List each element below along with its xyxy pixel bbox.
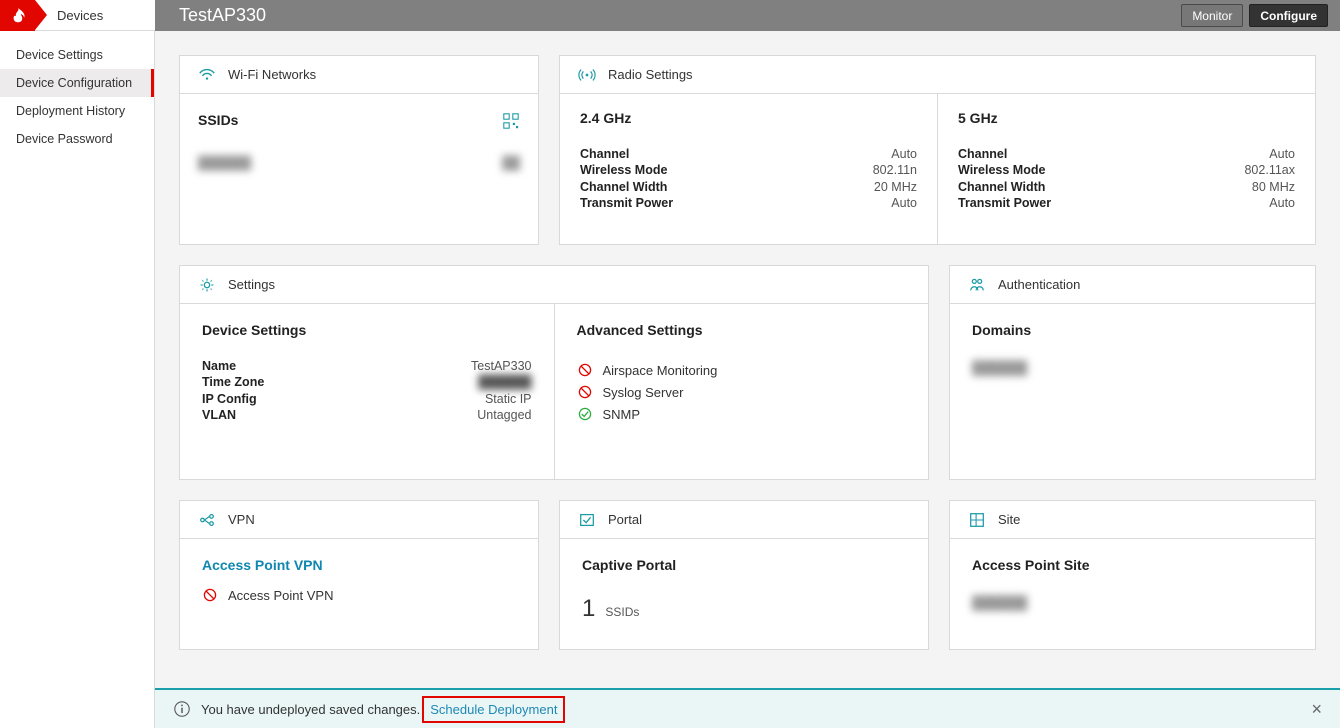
ssid-count: 1 (582, 595, 595, 623)
gear-icon (198, 276, 216, 294)
device-settings-heading: Device Settings (202, 322, 532, 338)
radio-5ghz-panel: 5 GHz ChannelAuto Wireless Mode802.11ax … (938, 94, 1315, 244)
site-redacted: ██████ (972, 595, 1293, 610)
schedule-deployment-link[interactable]: Schedule Deployment (430, 702, 557, 717)
settings-card[interactable]: Settings Device Settings NameTestAP330 T… (179, 265, 929, 480)
captive-portal-heading: Captive Portal (582, 557, 906, 573)
advanced-settings-heading: Advanced Settings (577, 322, 907, 338)
domain-redacted: ██████ (972, 360, 1293, 375)
auth-card-title: Authentication (998, 277, 1080, 292)
site-card-title: Site (998, 512, 1020, 527)
monitor-button[interactable]: Monitor (1181, 4, 1243, 27)
radio-settings-card[interactable]: Radio Settings 2.4 GHz ChannelAuto Wirel… (559, 55, 1316, 245)
radio-card-title: Radio Settings (608, 67, 693, 82)
portal-card[interactable]: Portal Captive Portal 1 SSIDs (559, 500, 929, 650)
deny-icon (202, 587, 218, 603)
authentication-card[interactable]: Authentication Domains ██████ (949, 265, 1316, 480)
logo-flame-icon[interactable] (0, 0, 35, 31)
sidebar-item-deployment-history[interactable]: Deployment History (0, 97, 154, 125)
timezone-redacted: ██████ (478, 375, 531, 389)
domains-heading: Domains (972, 322, 1293, 338)
access-point-vpn-link[interactable]: Access Point VPN (202, 557, 516, 573)
sidebar: Device Settings Device Configuration Dep… (0, 31, 155, 728)
radio-24ghz-title: 2.4 GHz (580, 110, 917, 126)
top-bar: Devices TestAP330 Monitor Configure (0, 0, 1340, 31)
vpn-card[interactable]: VPN Access Point VPN Access Point VPN (179, 500, 539, 650)
device-settings-panel: Device Settings NameTestAP330 Time Zone█… (180, 304, 555, 479)
vpn-icon (198, 511, 216, 529)
advanced-settings-panel: Advanced Settings Airspace Monitoring Sy… (555, 304, 929, 479)
site-icon (968, 511, 986, 529)
configure-button[interactable]: Configure (1249, 4, 1328, 27)
portal-card-title: Portal (608, 512, 642, 527)
deny-icon (577, 384, 593, 400)
ssid-count-label: SSIDs (605, 605, 639, 619)
ssid-name-redacted: ██████ (198, 156, 251, 170)
settings-card-title: Settings (228, 277, 275, 292)
ssids-heading: SSIDs (198, 112, 238, 128)
info-icon (173, 700, 191, 718)
radio-5ghz-title: 5 GHz (958, 110, 1295, 126)
sidebar-item-device-password[interactable]: Device Password (0, 125, 154, 153)
check-icon (577, 406, 593, 422)
deny-icon (577, 362, 593, 378)
ssid-status-redacted: ██ (502, 156, 520, 170)
vpn-card-title: VPN (228, 512, 255, 527)
wifi-card-title: Wi-Fi Networks (228, 67, 316, 82)
breadcrumb-label: Devices (57, 8, 103, 23)
wifi-networks-card[interactable]: Wi-Fi Networks SSIDs ██████ ██ (179, 55, 539, 245)
page-title: TestAP330 (179, 0, 266, 31)
close-icon[interactable]: × (1311, 699, 1322, 720)
radio-24ghz-panel: 2.4 GHz ChannelAuto Wireless Mode802.11n… (560, 94, 938, 244)
users-icon (968, 276, 986, 294)
wifi-icon (198, 66, 216, 84)
deploy-banner-text: You have undeployed saved changes. (201, 702, 420, 717)
sidebar-item-device-configuration[interactable]: Device Configuration (0, 69, 154, 97)
sidebar-item-device-settings[interactable]: Device Settings (0, 41, 154, 69)
site-card[interactable]: Site Access Point Site ██████ (949, 500, 1316, 650)
qr-code-icon[interactable] (502, 112, 520, 130)
breadcrumb[interactable]: Devices (0, 0, 155, 31)
ap-site-heading: Access Point Site (972, 557, 1293, 573)
radio-icon (578, 66, 596, 84)
deploy-banner: You have undeployed saved changes. Sched… (155, 688, 1340, 728)
portal-icon (578, 511, 596, 529)
